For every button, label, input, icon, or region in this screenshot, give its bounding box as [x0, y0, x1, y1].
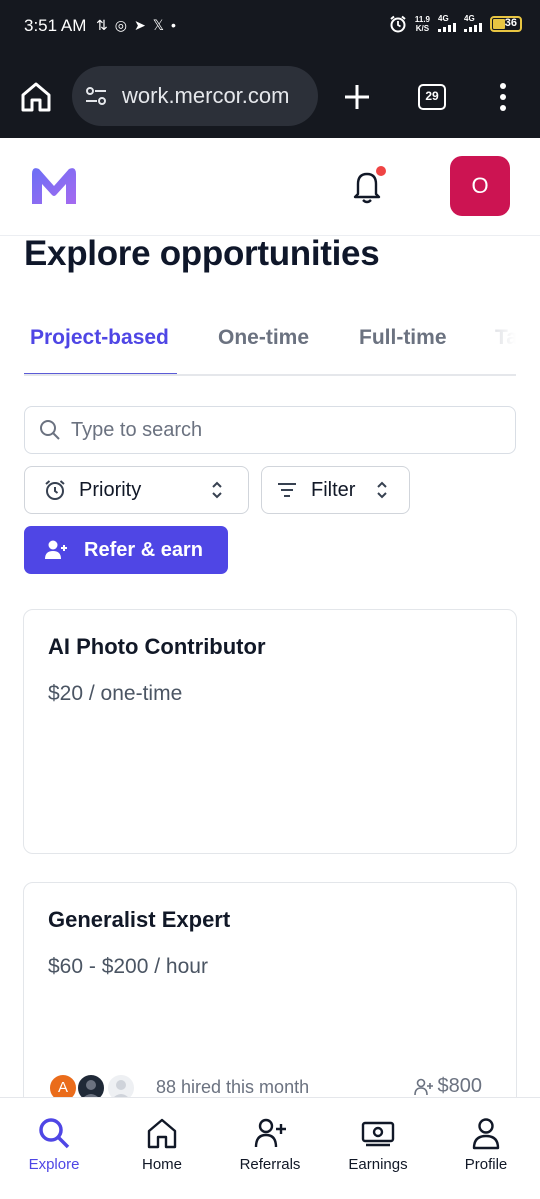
home-icon[interactable] [18, 81, 54, 113]
user-plus-icon [45, 540, 67, 559]
net-speed: 11.9 K/S [414, 15, 430, 33]
filter-lines-icon [278, 483, 296, 497]
alarm-clock-icon [45, 480, 65, 500]
nav-profile[interactable]: Profile [432, 1116, 540, 1173]
new-tab-icon[interactable] [342, 82, 372, 112]
active-tab-indicator [24, 373, 177, 374]
telegram-icon: ➤ [133, 17, 146, 33]
data-icon: ⇅ [96, 17, 108, 33]
more-menu-icon[interactable] [497, 82, 509, 112]
refer-and-earn-button[interactable]: Refer & earn [24, 526, 228, 574]
search-input[interactable] [71, 418, 471, 442]
whatsapp-icon: ◎ [114, 17, 127, 33]
card-title: AI Photo Contributor [48, 634, 266, 659]
search-icon [40, 420, 60, 440]
battery-icon: 36 [490, 16, 522, 32]
tab-switcher-button[interactable]: 29 [418, 84, 446, 110]
bottom-navigation: Explore Home Referrals Earnings Profile [0, 1097, 540, 1199]
tab-full-time[interactable]: Full-time [359, 326, 447, 350]
user-plus-icon [254, 1118, 286, 1148]
chevron-up-down-icon [212, 481, 222, 499]
search-icon [39, 1118, 70, 1149]
app-header: O [0, 138, 540, 236]
bonus-amount: $800 [437, 1075, 483, 1097]
card-title: Generalist Expert [48, 907, 231, 932]
page-title: Explore opportunities [24, 234, 380, 273]
url-text[interactable]: work.mercor.com [122, 83, 302, 109]
status-time: 3:51 AM [24, 16, 87, 35]
cash-icon [361, 1121, 395, 1147]
user-icon [472, 1118, 500, 1150]
user-avatar-button[interactable]: O [450, 156, 510, 216]
status-right: 11.9 K/S 4G 4G 36 [389, 14, 522, 34]
nav-referrals[interactable]: Referrals [216, 1116, 324, 1173]
hired-count: 88 hired this month [156, 1077, 310, 1097]
nav-label: Profile [464, 1156, 508, 1173]
status-bar: 3:51 AM ⇅ ◎ ➤ 𝕏 • 11.9 K/S 4G 4G 36 [0, 0, 540, 56]
site-settings-icon[interactable] [84, 84, 108, 108]
refer-label: Refer & earn [84, 538, 203, 561]
alarm-icon [390, 15, 406, 33]
x-icon: 𝕏 [152, 17, 164, 33]
opportunity-tabs: Project-based One-time Full-time Ta [24, 312, 516, 376]
notification-icons: ⇅ ◎ ➤ 𝕏 • [96, 17, 176, 34]
nav-label: Referrals [239, 1156, 301, 1173]
address-bar[interactable]: work.mercor.com [72, 66, 318, 126]
signal-2: 4G [464, 14, 482, 34]
filter-label: Filter [311, 478, 356, 501]
nav-earnings[interactable]: Earnings [324, 1116, 432, 1173]
nav-label: Explore [28, 1156, 80, 1173]
nav-explore[interactable]: Explore [0, 1116, 108, 1173]
priority-sort-select[interactable]: Priority [24, 466, 249, 514]
search-box[interactable] [24, 406, 516, 454]
user-plus-icon [413, 1078, 433, 1095]
home-icon [147, 1118, 177, 1149]
chevron-up-down-icon [377, 481, 387, 499]
nav-label: Home [141, 1156, 182, 1173]
nav-home[interactable]: Home [108, 1116, 216, 1173]
tab-project-based[interactable]: Project-based [30, 326, 169, 350]
signal-1: 4G [438, 14, 456, 34]
priority-label: Priority [79, 478, 142, 501]
mercor-logo[interactable] [28, 164, 80, 208]
signal-bars-icon [464, 23, 482, 32]
opportunity-card[interactable]: AI Photo Contributor $20 / one-time [23, 609, 517, 854]
browser-toolbar: work.mercor.com 29 [0, 56, 540, 138]
card-pay: $60 - $200 / hour [48, 955, 208, 978]
nav-label: Earnings [348, 1156, 408, 1173]
signal-bars-icon [438, 23, 456, 32]
card-pay: $20 / one-time [48, 682, 183, 705]
more-dot-icon: • [170, 17, 176, 33]
notification-badge [376, 166, 386, 176]
tab-one-time[interactable]: One-time [218, 326, 309, 350]
referral-bonus: $800 [413, 1075, 483, 1098]
filter-select[interactable]: Filter [261, 466, 410, 514]
